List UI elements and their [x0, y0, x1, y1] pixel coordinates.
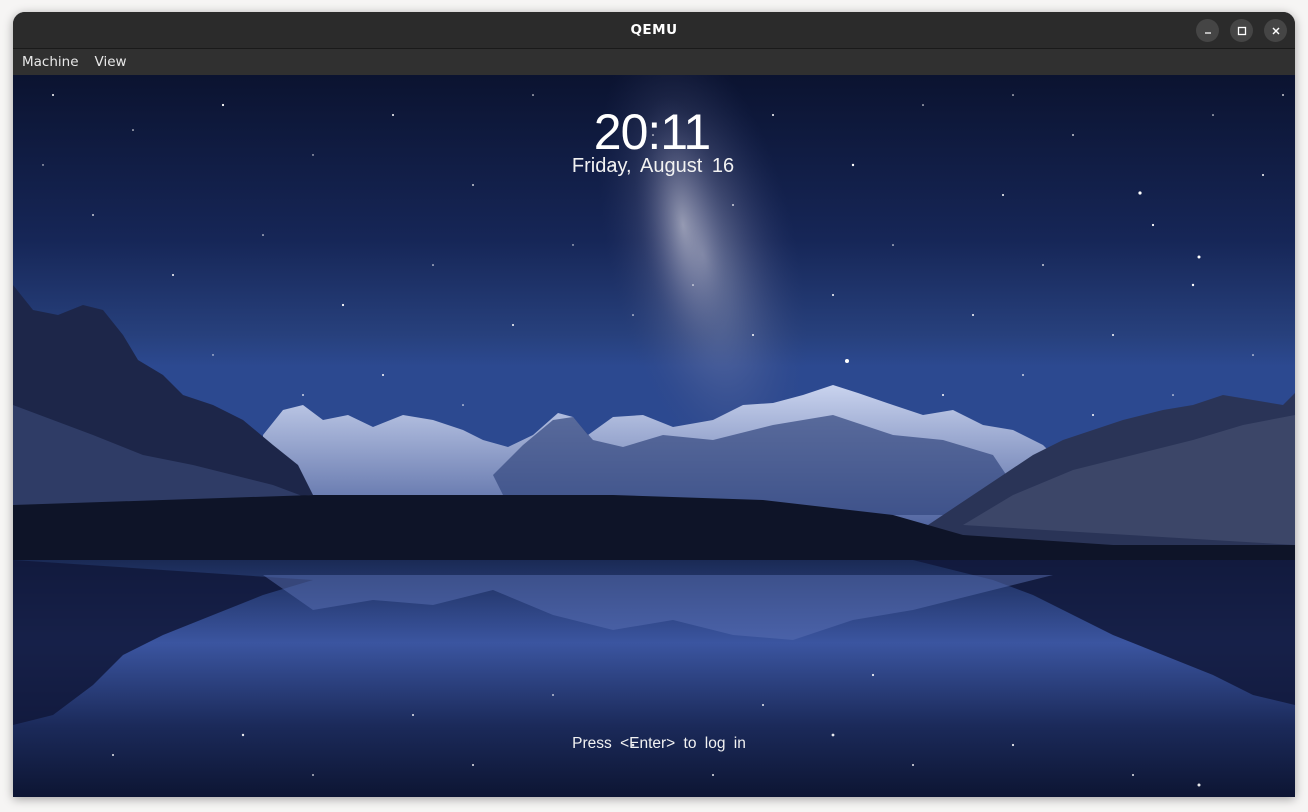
qemu-window: QEMU Machine View 20:11 Friday, August 1… — [13, 12, 1295, 797]
title-bar[interactable]: QEMU — [13, 12, 1295, 48]
minimize-icon — [1204, 31, 1211, 34]
menu-view[interactable]: View — [87, 49, 135, 76]
menu-machine[interactable]: Machine — [13, 49, 87, 76]
login-prompt: Press <Enter> to log in — [572, 735, 746, 752]
wallpaper-image — [13, 75, 1295, 797]
vm-display[interactable]: 20:11 Friday, August 16 Press <Enter> to… — [13, 75, 1295, 797]
maximize-button[interactable] — [1230, 19, 1253, 42]
lock-date: Friday, August 16 — [571, 155, 735, 177]
close-icon — [1272, 27, 1279, 34]
lock-clock: 20:11 — [593, 104, 711, 160]
minimize-button[interactable] — [1196, 19, 1219, 42]
close-button[interactable] — [1264, 19, 1287, 42]
maximize-icon — [1237, 26, 1246, 35]
menu-bar: Machine View — [13, 48, 1295, 76]
window-title: QEMU — [630, 22, 678, 38]
